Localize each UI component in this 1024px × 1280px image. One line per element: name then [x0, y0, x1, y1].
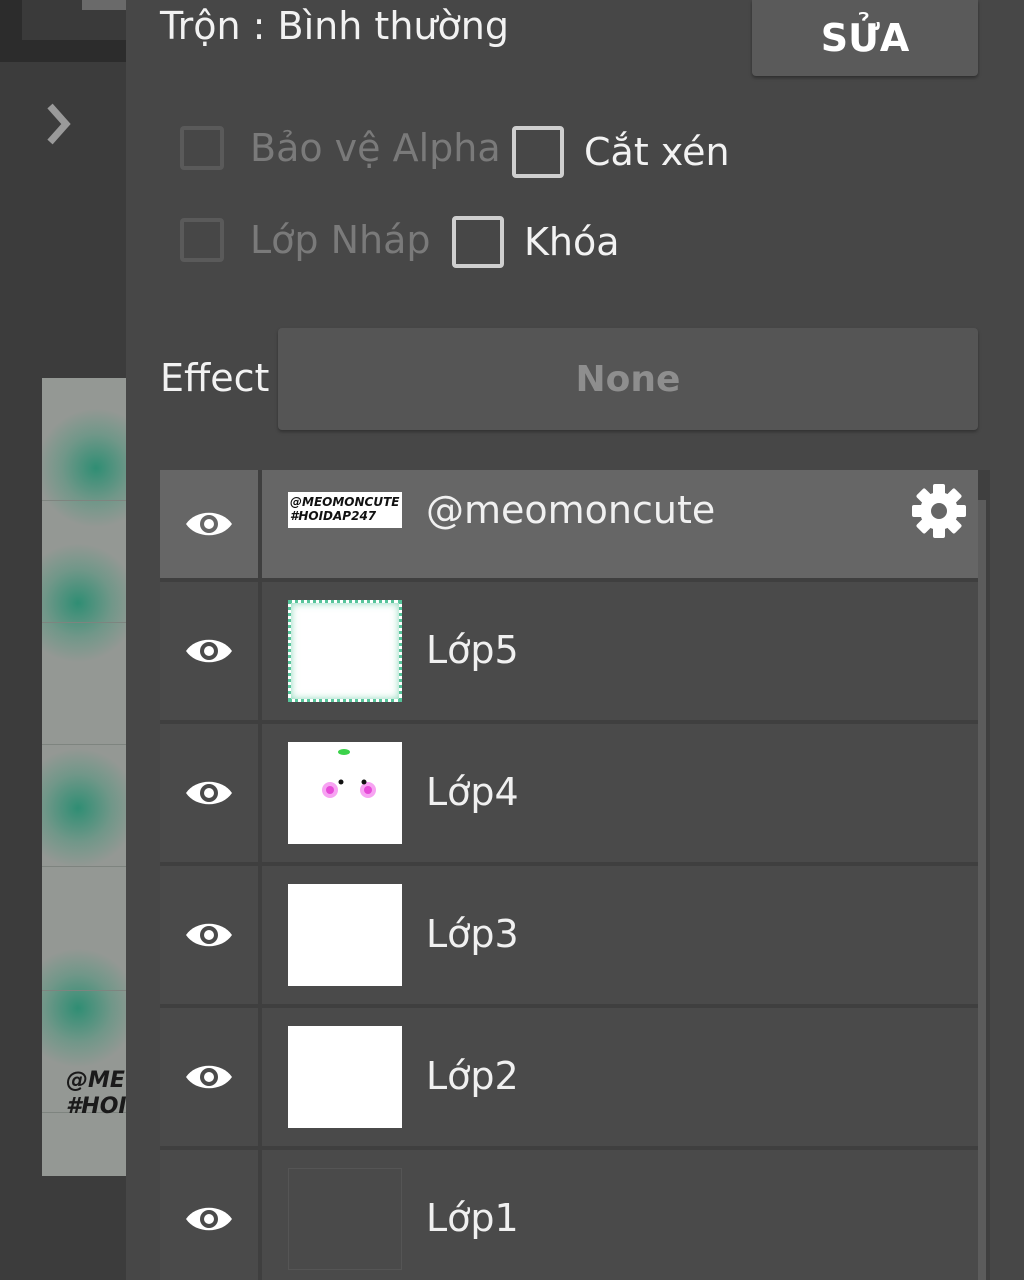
- layer-name: Lớp1: [426, 1196, 519, 1240]
- draft-layer-option[interactable]: Lớp Nháp: [180, 218, 431, 262]
- layer-name: @meomoncute: [426, 488, 716, 532]
- layer-row[interactable]: Lớp5: [160, 582, 978, 720]
- layer-list[interactable]: @MEOMONCUTE #HOIDAP247 @meomoncute Lớp5 …: [160, 470, 990, 1280]
- effect-select[interactable]: None: [278, 328, 978, 430]
- toolbar-button[interactable]: [22, 0, 128, 40]
- layer-name: Lớp2: [426, 1054, 519, 1098]
- preview-blob: [42, 948, 126, 1068]
- protect-alpha-label: Bảo vệ Alpha: [250, 126, 501, 170]
- eye-icon: [186, 512, 232, 536]
- layer-row[interactable]: @MEOMONCUTE #HOIDAP247 @meomoncute: [160, 470, 978, 578]
- preview-watermark-text: @ME #HOI: [66, 1068, 126, 1119]
- visibility-toggle[interactable]: [160, 582, 262, 720]
- blend-mode-label[interactable]: Trộn : Bình thường: [160, 4, 509, 48]
- preview-blob: [42, 748, 126, 868]
- edit-button[interactable]: SỬA: [752, 0, 978, 76]
- chevron-right-icon[interactable]: [36, 96, 84, 152]
- visibility-toggle[interactable]: [160, 470, 262, 578]
- thumbnail-watermark-text: @MEOMONCUTE #HOIDAP247: [290, 495, 400, 523]
- layer-name: Lớp4: [426, 770, 519, 814]
- layer-name: Lớp5: [426, 628, 519, 672]
- toolbar-strip: [0, 0, 128, 62]
- clipping-label: Cắt xén: [584, 130, 730, 174]
- layer-thumbnail: [288, 1026, 402, 1128]
- lock-option[interactable]: Khóa: [452, 216, 620, 268]
- draft-layer-label: Lớp Nháp: [250, 218, 431, 262]
- eye-icon: [186, 639, 232, 663]
- layer-thumbnail: @MEOMONCUTE #HOIDAP247: [288, 492, 402, 528]
- eye-icon: [186, 781, 232, 805]
- preview-blob: [42, 543, 126, 663]
- layer-row[interactable]: Lớp4: [160, 724, 978, 862]
- lock-label: Khóa: [524, 220, 620, 264]
- layer-row[interactable]: Lớp2: [160, 1008, 978, 1146]
- layer-thumbnail: [288, 1168, 402, 1270]
- eye-icon: [186, 1065, 232, 1089]
- layer-row[interactable]: Lớp3: [160, 866, 978, 1004]
- layer-row[interactable]: Lớp1: [160, 1150, 978, 1280]
- effect-label: Effect: [160, 356, 270, 400]
- gear-icon[interactable]: [910, 482, 968, 540]
- protect-alpha-option[interactable]: Bảo vệ Alpha: [180, 126, 501, 170]
- layer-thumbnail: [288, 742, 402, 844]
- canvas-preview[interactable]: @ME #HOI: [42, 378, 126, 1176]
- layer-list-scrollbar[interactable]: [978, 500, 986, 1280]
- layer-name: Lớp3: [426, 912, 519, 956]
- protect-alpha-checkbox[interactable]: [180, 126, 224, 170]
- eye-icon: [186, 923, 232, 947]
- visibility-toggle[interactable]: [160, 1150, 262, 1280]
- eye-icon: [186, 1207, 232, 1231]
- preview-blob: [42, 408, 126, 528]
- clipping-option[interactable]: Cắt xén: [512, 126, 730, 178]
- draft-layer-checkbox[interactable]: [180, 218, 224, 262]
- visibility-toggle[interactable]: [160, 1008, 262, 1146]
- lock-checkbox[interactable]: [452, 216, 504, 268]
- clipping-checkbox[interactable]: [512, 126, 564, 178]
- layer-thumbnail: [288, 884, 402, 986]
- layer-thumbnail: [288, 600, 402, 702]
- canvas-area: @ME #HOI: [0, 0, 128, 1280]
- visibility-toggle[interactable]: [160, 724, 262, 862]
- visibility-toggle[interactable]: [160, 866, 262, 1004]
